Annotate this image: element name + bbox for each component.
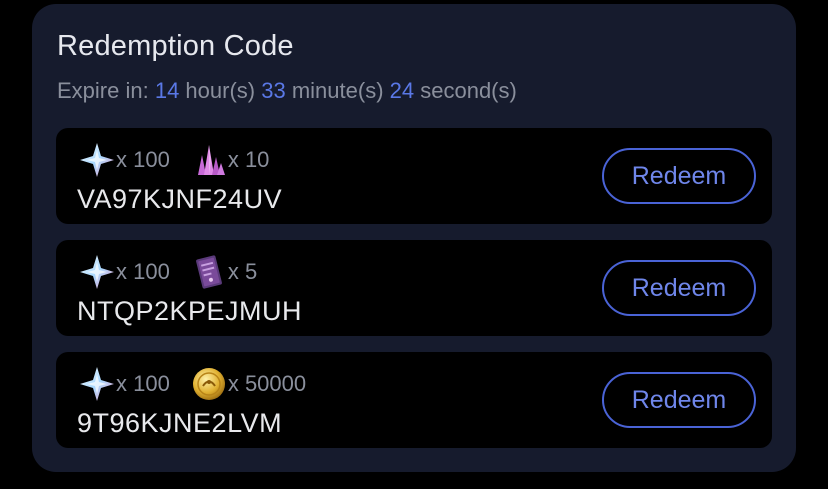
book-icon <box>190 253 228 291</box>
reward-quantity: x 100 <box>116 371 170 396</box>
reward-quantity: x 10 <box>227 147 270 172</box>
reward-item: x 50000 <box>190 365 306 403</box>
reward-item: x 100 <box>78 141 170 179</box>
code-row: x 100 x 5 NTQP2KPEJMUH Redeem <box>56 240 772 336</box>
primogem-icon <box>78 253 116 291</box>
code-row: x 100 x 50000 9T96KJNE2LVM Redeem <box>56 352 772 448</box>
panel-title: Redemption Code <box>57 30 294 62</box>
redemption-code-panel: Redemption Code Expire in: 14 hour(s) 33… <box>32 4 796 472</box>
expire-minutes: 33 <box>261 78 286 103</box>
expire-seconds-unit: second(s) <box>414 78 517 103</box>
reward-quantity: x 50000 <box>227 371 307 396</box>
redemption-code: NTQP2KPEJMUH <box>77 296 303 326</box>
reward-list: x 100 x 5 <box>78 252 277 292</box>
reward-item: x 5 <box>190 253 257 291</box>
redeem-button[interactable]: Redeem <box>602 372 756 428</box>
crystal-icon <box>190 141 228 179</box>
expire-prefix: Expire in: <box>57 78 155 103</box>
redeem-button[interactable]: Redeem <box>602 148 756 204</box>
reward-list: x 100 x 10 <box>78 140 289 180</box>
reward-quantity: x 5 <box>227 259 258 284</box>
reward-quantity: x 100 <box>116 259 170 284</box>
expire-seconds: 24 <box>389 78 415 103</box>
reward-list: x 100 x 50000 <box>78 364 326 404</box>
reward-item: x 10 <box>190 141 270 179</box>
reward-quantity: x 100 <box>116 147 170 172</box>
expire-hours-unit: hour(s) <box>179 78 262 103</box>
primogem-icon <box>78 141 116 179</box>
mora-coin-icon <box>190 365 228 403</box>
expire-countdown: Expire in: 14 hour(s) 33 minute(s) 24 se… <box>57 78 517 104</box>
expire-hours: 14 <box>154 78 180 103</box>
redemption-code: VA97KJNF24UV <box>77 184 283 214</box>
code-row: x 100 x 10 VA97KJNF24UV Redeem <box>56 128 772 224</box>
expire-minutes-unit: minute(s) <box>285 78 390 103</box>
reward-item: x 100 <box>78 365 170 403</box>
primogem-icon <box>78 365 116 403</box>
reward-item: x 100 <box>78 253 170 291</box>
redemption-code: 9T96KJNE2LVM <box>77 408 283 438</box>
redeem-button[interactable]: Redeem <box>602 260 756 316</box>
